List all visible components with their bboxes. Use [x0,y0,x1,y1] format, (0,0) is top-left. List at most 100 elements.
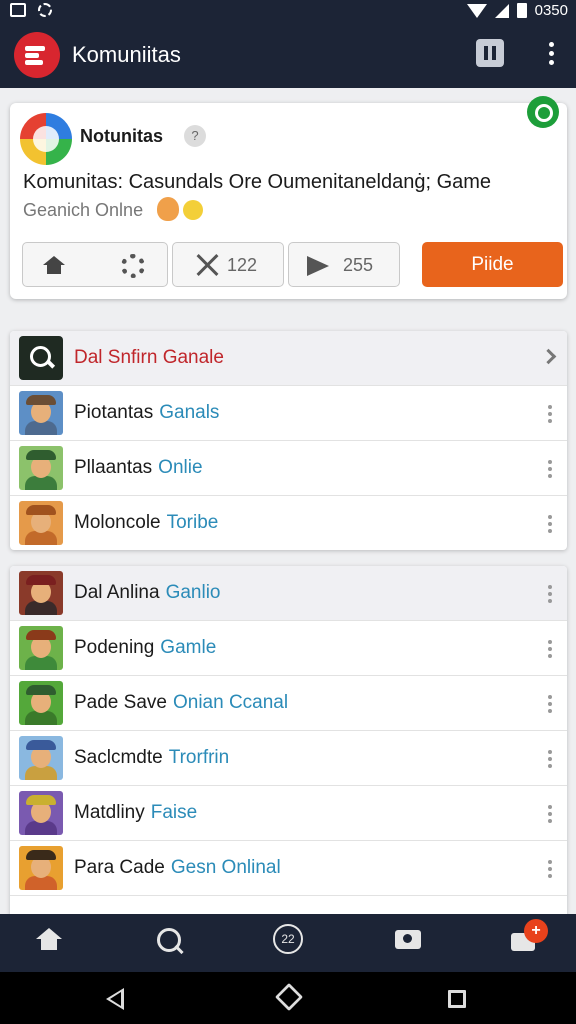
list-item[interactable]: Piotantas Ganals [10,386,567,441]
list-item-title: Pllaantas Onlie [74,457,203,479]
image-notification-icon [10,3,26,17]
share-count: 255 [343,255,374,275]
settings-notification-icon [38,3,52,17]
more-icon[interactable] [548,750,554,768]
smile-emoji-icon [183,200,203,220]
list-item-name: Piotantas [74,402,154,423]
game-list-card-secondary: Dal Anlina Ganlio Podening Gamle Pade Save On… [10,566,567,918]
list-item-title: Matdliny Faise [74,802,197,824]
list-item[interactable]: Pllaantas Onlie [10,441,567,496]
game-thumbnail [19,571,63,615]
post-subtext: Geanich Onlne [23,200,144,220]
fire-emoji-icon [157,197,179,221]
chevron-right-icon[interactable] [540,348,557,365]
list-item[interactable]: Podening Gamle [10,621,567,676]
home-icon [43,256,65,274]
dismiss-count-button[interactable]: 122 [172,242,284,287]
nav-home-icon[interactable] [27,922,71,966]
list-item-name: Pllaantas [74,457,153,478]
chat-status-icon[interactable] [527,96,559,128]
game-thumbnail [19,446,63,490]
list-item-name: Matdliny [74,802,145,823]
battery-icon [516,3,527,18]
overflow-menu-icon[interactable] [540,42,562,70]
system-nav-bar [0,972,576,1024]
game-thumbnail [19,501,63,545]
list-item[interactable]: Para Cade Gesn Onlinal [10,841,567,896]
gear-icon [121,254,145,278]
more-icon[interactable] [548,640,554,658]
more-icon[interactable] [548,460,554,478]
list-item-title: Para Cade Gesn Onlinal [74,857,281,879]
game-thumbnail [19,736,63,780]
list-item-title: Piotantas Ganals [74,402,219,424]
list-item-tag: Toribe [166,512,219,533]
status-time: 0350 [534,2,568,19]
nav-camera-icon[interactable] [386,922,430,966]
list-item[interactable]: Pade Save Onian Ccanal [10,676,567,731]
more-icon[interactable] [548,695,554,713]
game-thumbnail [19,846,63,890]
recent-apps-icon[interactable] [448,990,466,1008]
list-item-tag: Onian Ccanal [172,692,289,713]
list-item-title: Pade Save Onian Ccanal [74,692,288,714]
list-item-name: Dal Anlina [74,582,160,603]
app-title: Komuniitas [72,42,181,67]
more-icon[interactable] [548,515,554,533]
more-icon[interactable] [548,860,554,878]
list-header-row[interactable]: Dal Snfirn Ganale [10,331,567,386]
list-item[interactable]: Matdliny Faise [10,786,567,841]
search-icon [19,336,63,380]
close-icon [195,253,219,277]
list-header-title: Dal Snfirn Ganale [74,347,224,368]
share-icon [307,256,329,276]
dismiss-count: 122 [227,255,258,275]
more-icon[interactable] [548,585,554,603]
share-count-button[interactable]: 255 [288,242,400,287]
post-card: Notunitas ? Komunitas: Casundals Ore Oum… [10,96,567,299]
more-icon[interactable] [548,405,554,423]
game-thumbnail [19,791,63,835]
list-item[interactable]: Moloncole Toribe [10,496,567,550]
post-text: Komunitas: Casundals Ore Oumenitaneldanġ… [23,171,492,193]
list-item-tag: Trorfrin [168,747,230,768]
nav-game-button[interactable]: 22 [266,922,310,966]
list-item[interactable]: Dal Anlina Ganlio [10,566,567,621]
home-settings-button[interactable] [22,242,168,287]
list-item-title: Podening Gamle [74,637,216,659]
list-item[interactable]: Saclcmdte Trorfrin [10,731,567,786]
list-item-name: Podening [74,637,155,658]
game-thumbnail [19,626,63,670]
list-item-tag: Ganals [159,402,220,423]
list-item-name: Para Cade [74,857,165,878]
pause-button[interactable] [476,39,504,67]
list-item-tag: Gamle [160,637,217,658]
more-icon[interactable] [548,805,554,823]
list-item-tag: Onlie [158,457,203,478]
game-thumbnail [19,681,63,725]
signal-icon [494,3,509,18]
back-icon[interactable] [106,988,124,1010]
nav-search-icon[interactable] [147,922,191,966]
app-bar: Komuniitas [0,22,576,88]
post-author-name[interactable]: Notunitas [80,126,163,147]
system-home-icon[interactable] [274,982,304,1012]
primary-action-button[interactable]: Piide [422,242,563,287]
list-item-title: Dal Anlina Ganlio [74,582,220,604]
list-item-name: Pade Save [74,692,167,713]
help-icon[interactable]: ? [184,125,206,147]
game-thumbnail [19,391,63,435]
community-avatar[interactable] [20,113,72,165]
wifi-icon [466,3,487,18]
status-bar: 0350 [0,0,576,22]
bottom-nav: 22 [0,914,576,972]
list-item-tag: Faise [150,802,198,823]
list-item-tag: Ganlio [165,582,221,603]
app-logo-icon[interactable] [14,32,60,78]
list-item-title: Saclcmdte Trorfrin [74,747,229,769]
list-item-name: Moloncole [74,512,161,533]
game-list-card: Dal Snfirn Ganale Piotantas Ganals Pllaant… [10,331,567,550]
list-item-title: Moloncole Toribe [74,512,218,534]
game-controller-icon: 22 [273,924,303,954]
list-item-name: Saclcmdte [74,747,163,768]
